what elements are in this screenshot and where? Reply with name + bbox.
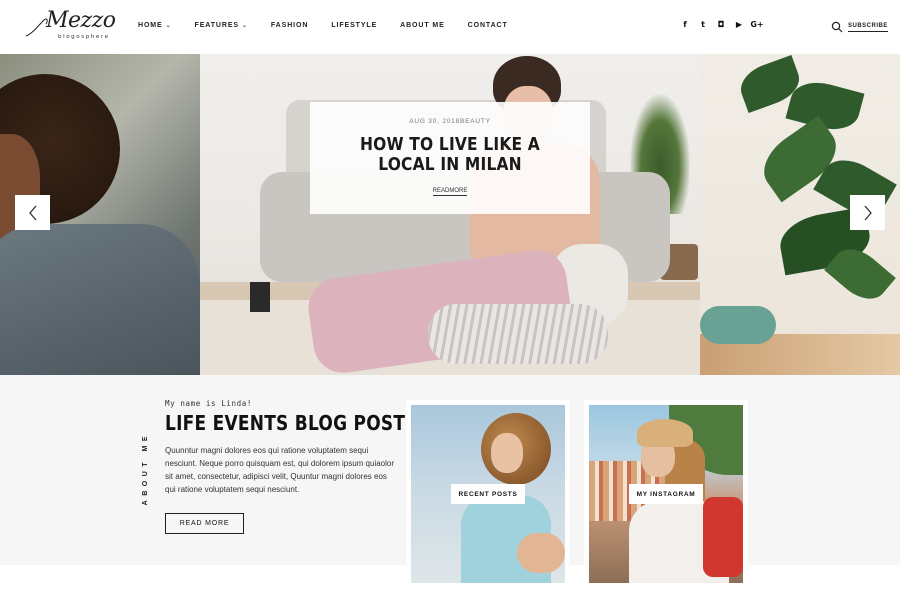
recent-posts-label[interactable]: RECENT POSTS — [451, 484, 525, 504]
slide-date-category: AUG 30, 2018BEAUTY — [409, 118, 491, 125]
recent-posts-tile[interactable]: RECENT POSTS — [406, 400, 570, 588]
chevron-left-icon — [28, 205, 36, 220]
site-header: Mezzo blogosphere HOME ⌄ FEATURES ⌄ FASHION L… — [0, 0, 900, 54]
about-title: LIFE EVENTS BLOG POSTS : ) — [165, 411, 446, 435]
subscribe-link[interactable]: SUBSCRIBE — [848, 23, 888, 32]
nav-item-label: ABOUT ME — [400, 22, 445, 29]
flickr-icon[interactable]: ◘ — [712, 20, 730, 29]
nav-item-lifestyle[interactable]: LIFESTYLE — [331, 22, 377, 29]
slide-title[interactable]: HOW TO LIVE LIKE A LOCAL IN MILAN — [342, 135, 559, 175]
google-plus-icon[interactable]: G+ — [748, 20, 766, 29]
twitter-icon[interactable]: t — [694, 20, 712, 29]
chevron-down-icon: ⌄ — [165, 23, 172, 29]
nav-item-about-me[interactable]: ABOUT ME — [400, 22, 445, 29]
nav-item-contact[interactable]: CONTACT — [468, 22, 508, 29]
logo-name: Mezzo — [46, 8, 116, 33]
social-links: f t ◘ ▶ G+ — [676, 20, 766, 29]
chevron-right-icon — [864, 205, 872, 220]
nav-item-label: FEATURES — [194, 22, 239, 29]
nav-item-home[interactable]: HOME ⌄ — [138, 22, 172, 29]
instagram-tile[interactable]: MY INSTAGRAM — [584, 400, 748, 588]
youtube-icon[interactable]: ▶ — [730, 20, 748, 29]
site-logo[interactable]: Mezzo blogosphere — [24, 8, 116, 44]
slide-read-more: READMORE — [310, 188, 590, 196]
facebook-icon[interactable]: f — [676, 20, 694, 29]
nav-item-label: HOME — [138, 22, 163, 29]
about-body: Quunntur magni dolores eos qui ratione v… — [165, 446, 395, 494]
slide-caption-card: AUG 30, 2018BEAUTY HOW TO LIVE LIKE A LO… — [310, 102, 590, 214]
about-vertical-label: ABOUT ME — [142, 432, 149, 506]
logo-tagline: blogosphere — [58, 34, 110, 40]
instagram-label[interactable]: MY INSTAGRAM — [629, 484, 703, 504]
nav-item-label: FASHION — [270, 22, 309, 29]
read-more-button[interactable]: READ MORE — [165, 513, 244, 534]
slide-read-more-link[interactable]: READMORE — [432, 188, 468, 196]
search-icon[interactable] — [831, 21, 843, 33]
nav-item-label: LIFESTYLE — [331, 22, 378, 29]
nav-item-label: CONTACT — [467, 22, 508, 29]
main-nav: HOME ⌄ FEATURES ⌄ FASHION LIFESTYLE ABOUT ME CO… — [138, 22, 531, 29]
chevron-down-icon: ⌄ — [241, 23, 248, 29]
about-kicker: My name is Linda! — [165, 399, 252, 408]
nav-item-fashion[interactable]: FASHION — [271, 22, 308, 29]
slider-prev-button[interactable] — [15, 195, 50, 230]
nav-item-features[interactable]: FEATURES ⌄ — [195, 22, 248, 29]
slider-next-button[interactable] — [850, 195, 885, 230]
